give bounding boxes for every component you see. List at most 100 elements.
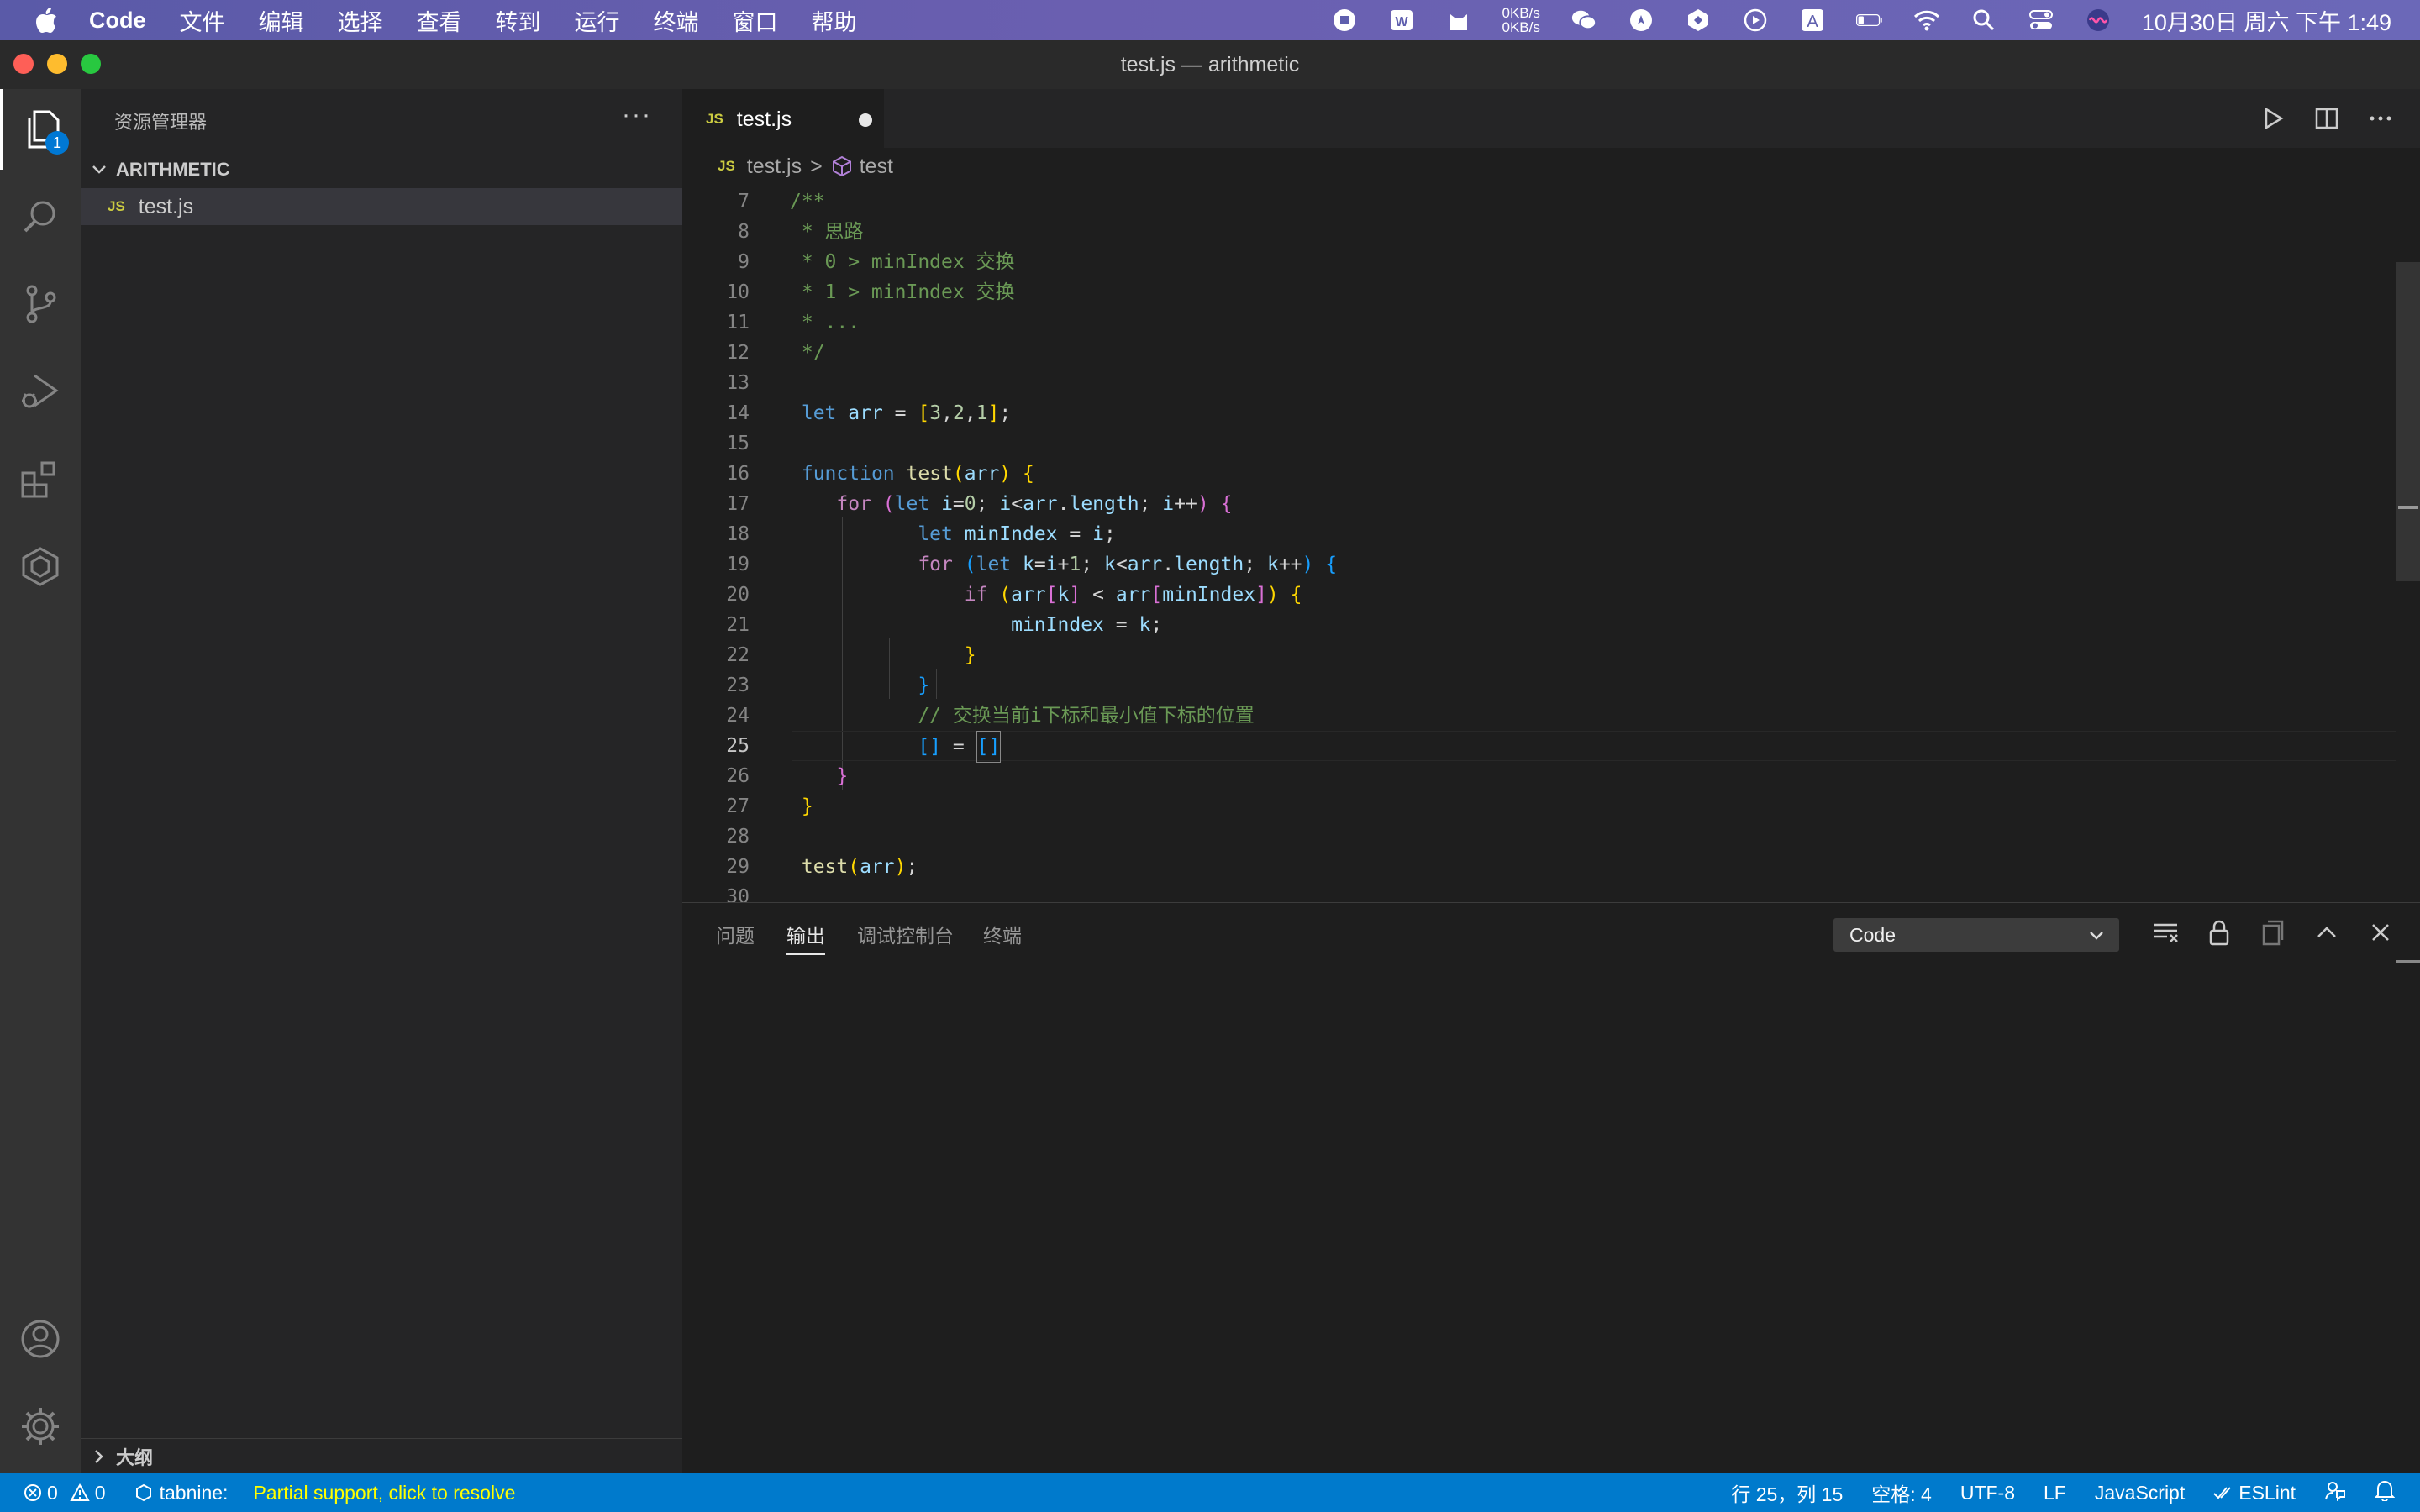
- spotlight-search-icon[interactable]: [1970, 7, 1997, 34]
- lock-scroll-button[interactable]: [2205, 918, 2233, 947]
- extensions-activity[interactable]: [0, 438, 81, 519]
- macos-menubar: Code 文件 编辑 选择 查看 转到 运行 终端 窗口 帮助 W 0KB/s …: [0, 0, 2420, 40]
- remote-explorer-activity[interactable]: [0, 526, 81, 606]
- eslint-status[interactable]: ESLint: [2213, 1482, 2296, 1504]
- encoding[interactable]: UTF-8: [1960, 1482, 2015, 1504]
- wifi-icon[interactable]: [1913, 7, 1940, 34]
- code-line: 23 }: [726, 675, 930, 696]
- run-code-button[interactable]: [2259, 104, 2287, 133]
- hexagon-app-icon[interactable]: [1685, 7, 1712, 34]
- language-mode[interactable]: JavaScript: [2095, 1482, 2185, 1504]
- cat-icon[interactable]: [1445, 7, 1472, 34]
- run-debug-activity[interactable]: [0, 351, 81, 432]
- code-line: 22 }: [726, 644, 976, 666]
- siri-icon[interactable]: [2085, 7, 2112, 34]
- record-stop-icon[interactable]: [1331, 7, 1358, 34]
- symbol-method-icon: [832, 155, 851, 177]
- editor-tab-bar: JS test.js: [682, 89, 2420, 148]
- copy-icon: [2262, 920, 2284, 946]
- output-channel-select[interactable]: Code: [1833, 918, 2119, 952]
- tab-debug-console[interactable]: 调试控制台: [857, 920, 954, 953]
- search-activity[interactable]: [0, 176, 81, 257]
- battery-icon[interactable]: [1855, 7, 1883, 34]
- menu-file[interactable]: 文件: [180, 4, 225, 37]
- code-line: 16 function test(arr) {: [726, 463, 1034, 485]
- wps-icon[interactable]: W: [1388, 7, 1415, 34]
- breadcrumb-symbol[interactable]: test: [860, 155, 893, 179]
- chevron-up-icon: [2317, 927, 2336, 937]
- javascript-file-icon: JS: [718, 158, 735, 174]
- code-editor[interactable]: 7/** 8 * 思路 9 * 0 > minIndex 交换 10 * 1 >…: [682, 185, 2420, 902]
- input-method-icon[interactable]: A: [1799, 7, 1826, 34]
- menu-edit[interactable]: 编辑: [259, 4, 304, 37]
- bell-icon: [2374, 1481, 2396, 1502]
- explorer-title: 资源管理器: [114, 112, 208, 133]
- editor-scrollbar[interactable]: [2396, 262, 2420, 581]
- tab-output[interactable]: 输出: [786, 920, 825, 955]
- explorer-more-actions-icon[interactable]: ···: [622, 101, 652, 129]
- menubar-clock[interactable]: 10月30日 周六 下午 1:49: [2142, 4, 2391, 37]
- manage-activity[interactable]: [0, 1386, 81, 1467]
- explorer-badge: 1: [45, 131, 69, 155]
- explorer-activity[interactable]: 1: [0, 89, 81, 170]
- control-center-icon[interactable]: [2028, 7, 2054, 34]
- code-line-current: 25 [] = []: [682, 731, 2396, 763]
- tabnine-partial-support-link[interactable]: Partial support, click to resolve: [253, 1482, 515, 1504]
- code-line: 15: [726, 433, 750, 454]
- feedback-button[interactable]: [2324, 1479, 2346, 1506]
- accounts-activity[interactable]: [0, 1299, 81, 1379]
- network-speed[interactable]: 0KB/s 0KB/s: [1502, 6, 1540, 34]
- folder-name: ARITHMETIC: [116, 159, 230, 180]
- code-line: 17 for (let i=0; i<arr.length; i++) {: [726, 493, 1233, 515]
- unsaved-dot-icon[interactable]: [859, 113, 872, 127]
- play-circle-icon[interactable]: [1742, 7, 1769, 34]
- open-log-file-button[interactable]: [2259, 918, 2287, 947]
- rocket-icon[interactable]: [1628, 7, 1655, 34]
- problems-status[interactable]: 0 0: [24, 1482, 106, 1504]
- menu-view[interactable]: 查看: [417, 4, 462, 37]
- wechat-icon[interactable]: [1570, 7, 1597, 34]
- close-icon: [2372, 924, 2389, 941]
- app-menu-code[interactable]: Code: [89, 8, 146, 34]
- tabnine-status[interactable]: tabnine:: [134, 1482, 228, 1504]
- code-line: 21 minIndex = k;: [726, 614, 1163, 636]
- split-editor-button[interactable]: [2312, 104, 2341, 133]
- menu-terminal[interactable]: 终端: [654, 4, 699, 37]
- tab-problems[interactable]: 问题: [716, 920, 755, 953]
- menu-selection[interactable]: 选择: [338, 4, 383, 37]
- tab-terminal[interactable]: 终端: [983, 920, 1022, 953]
- close-panel-button[interactable]: [2366, 918, 2395, 947]
- apple-icon[interactable]: [34, 6, 59, 34]
- window-titlebar: test.js — arithmetic: [0, 40, 2420, 90]
- menu-run[interactable]: 运行: [575, 4, 620, 37]
- clear-output-button[interactable]: [2151, 918, 2180, 947]
- code-line: 14 let arr = [3,2,1];: [726, 402, 1012, 424]
- breadcrumb-file[interactable]: test.js: [747, 155, 802, 179]
- panel-scrollbar[interactable]: [2396, 960, 2420, 963]
- editor-more-actions-button[interactable]: [2366, 104, 2395, 133]
- menu-window[interactable]: 窗口: [733, 4, 778, 37]
- account-icon: [21, 1320, 60, 1358]
- notifications-button[interactable]: [2374, 1479, 2396, 1506]
- window-title: test.js — arithmetic: [1120, 53, 1300, 76]
- indentation[interactable]: 空格: 4: [1871, 1478, 1932, 1507]
- folder-section-arithmetic[interactable]: ARITHMETIC: [81, 151, 682, 188]
- lock-icon: [2209, 920, 2229, 946]
- end-of-line[interactable]: LF: [2044, 1482, 2066, 1504]
- code-line: 9 * 0 > minIndex 交换: [738, 251, 1015, 273]
- text-cursor: []: [976, 731, 1002, 763]
- code-line: 24 // 交换当前i下标和最小值下标的位置: [726, 705, 1255, 727]
- menu-help[interactable]: 帮助: [812, 4, 857, 37]
- cursor-position[interactable]: 行 25，列 15: [1731, 1478, 1843, 1507]
- tab-test-js[interactable]: JS test.js: [682, 89, 884, 148]
- maximize-panel-button[interactable]: [2312, 918, 2341, 947]
- source-control-activity[interactable]: [0, 264, 81, 344]
- code-line: 8 * 思路: [738, 221, 864, 243]
- outline-section[interactable]: 大纲: [81, 1438, 682, 1474]
- menu-go[interactable]: 转到: [496, 4, 541, 37]
- code-line: 26 }: [726, 765, 849, 787]
- javascript-file-icon: JS: [706, 111, 723, 127]
- person-feedback-icon: [2325, 1482, 2345, 1502]
- file-item-test-js[interactable]: JS test.js: [81, 188, 682, 225]
- outline-title: 大纲: [116, 1447, 154, 1468]
